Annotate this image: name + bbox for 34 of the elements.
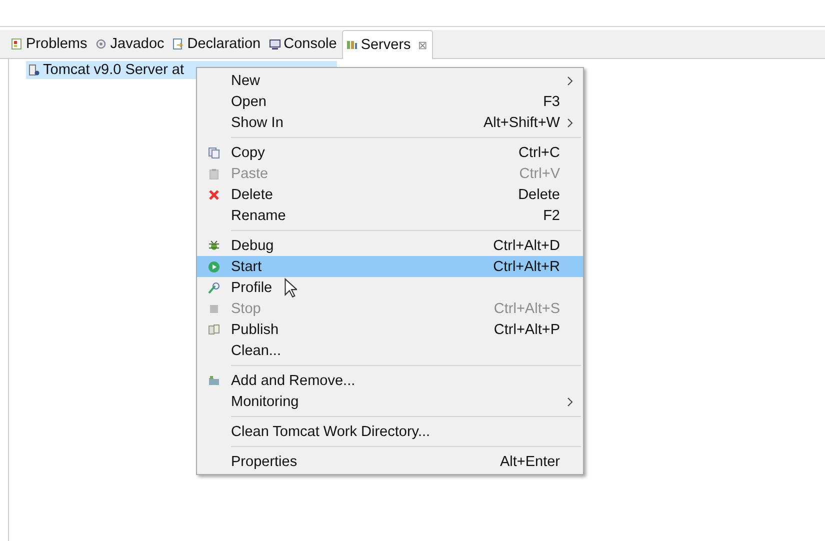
menu-item[interactable]: Rename F2 (197, 205, 583, 226)
menu-item[interactable]: Properties Alt+Enter (197, 451, 583, 472)
server-icon (28, 64, 40, 76)
cursor-icon (284, 278, 297, 299)
menu-item[interactable]: Delete Delete (197, 184, 583, 205)
play-icon (208, 260, 220, 272)
menu-item[interactable]: Start Ctrl+Alt+R (197, 256, 583, 277)
view-tab[interactable]: Declaration (169, 30, 266, 58)
copy-icon (208, 146, 220, 158)
menu-item[interactable]: Show In Alt+Shift+W (197, 112, 583, 133)
view-tab[interactable]: Servers ⊠ (342, 30, 433, 59)
delete-icon (208, 188, 220, 200)
menu-item[interactable]: Open F3 (197, 91, 583, 112)
menu-item[interactable]: Clean... (197, 340, 583, 361)
view-tab[interactable]: Problems (8, 30, 92, 58)
clipboard-icon (208, 168, 220, 180)
monitor-icon (268, 38, 281, 50)
folder-icon (208, 374, 220, 386)
stop-icon (208, 302, 220, 314)
menu-item[interactable]: Publish Ctrl+Alt+P (197, 319, 583, 340)
menu-item[interactable]: Copy Ctrl+C (197, 142, 583, 163)
view-tab[interactable]: Console (266, 30, 342, 58)
menu-item[interactable]: Profile (197, 277, 583, 298)
close-icon[interactable]: ⊠ (418, 38, 427, 52)
document-icon (172, 38, 184, 50)
menu-item[interactable]: Debug Ctrl+Alt+D (197, 235, 583, 256)
bug-icon (208, 240, 220, 252)
view-tab[interactable]: Javadoc (92, 30, 170, 58)
menu-item[interactable]: Add and Remove... (197, 370, 583, 391)
servers-icon (346, 39, 358, 51)
publish-icon (208, 324, 220, 336)
menu-item[interactable]: Clean Tomcat Work Directory... (197, 421, 583, 442)
menu-item[interactable]: Monitoring (197, 391, 583, 412)
problems-icon (11, 38, 23, 50)
